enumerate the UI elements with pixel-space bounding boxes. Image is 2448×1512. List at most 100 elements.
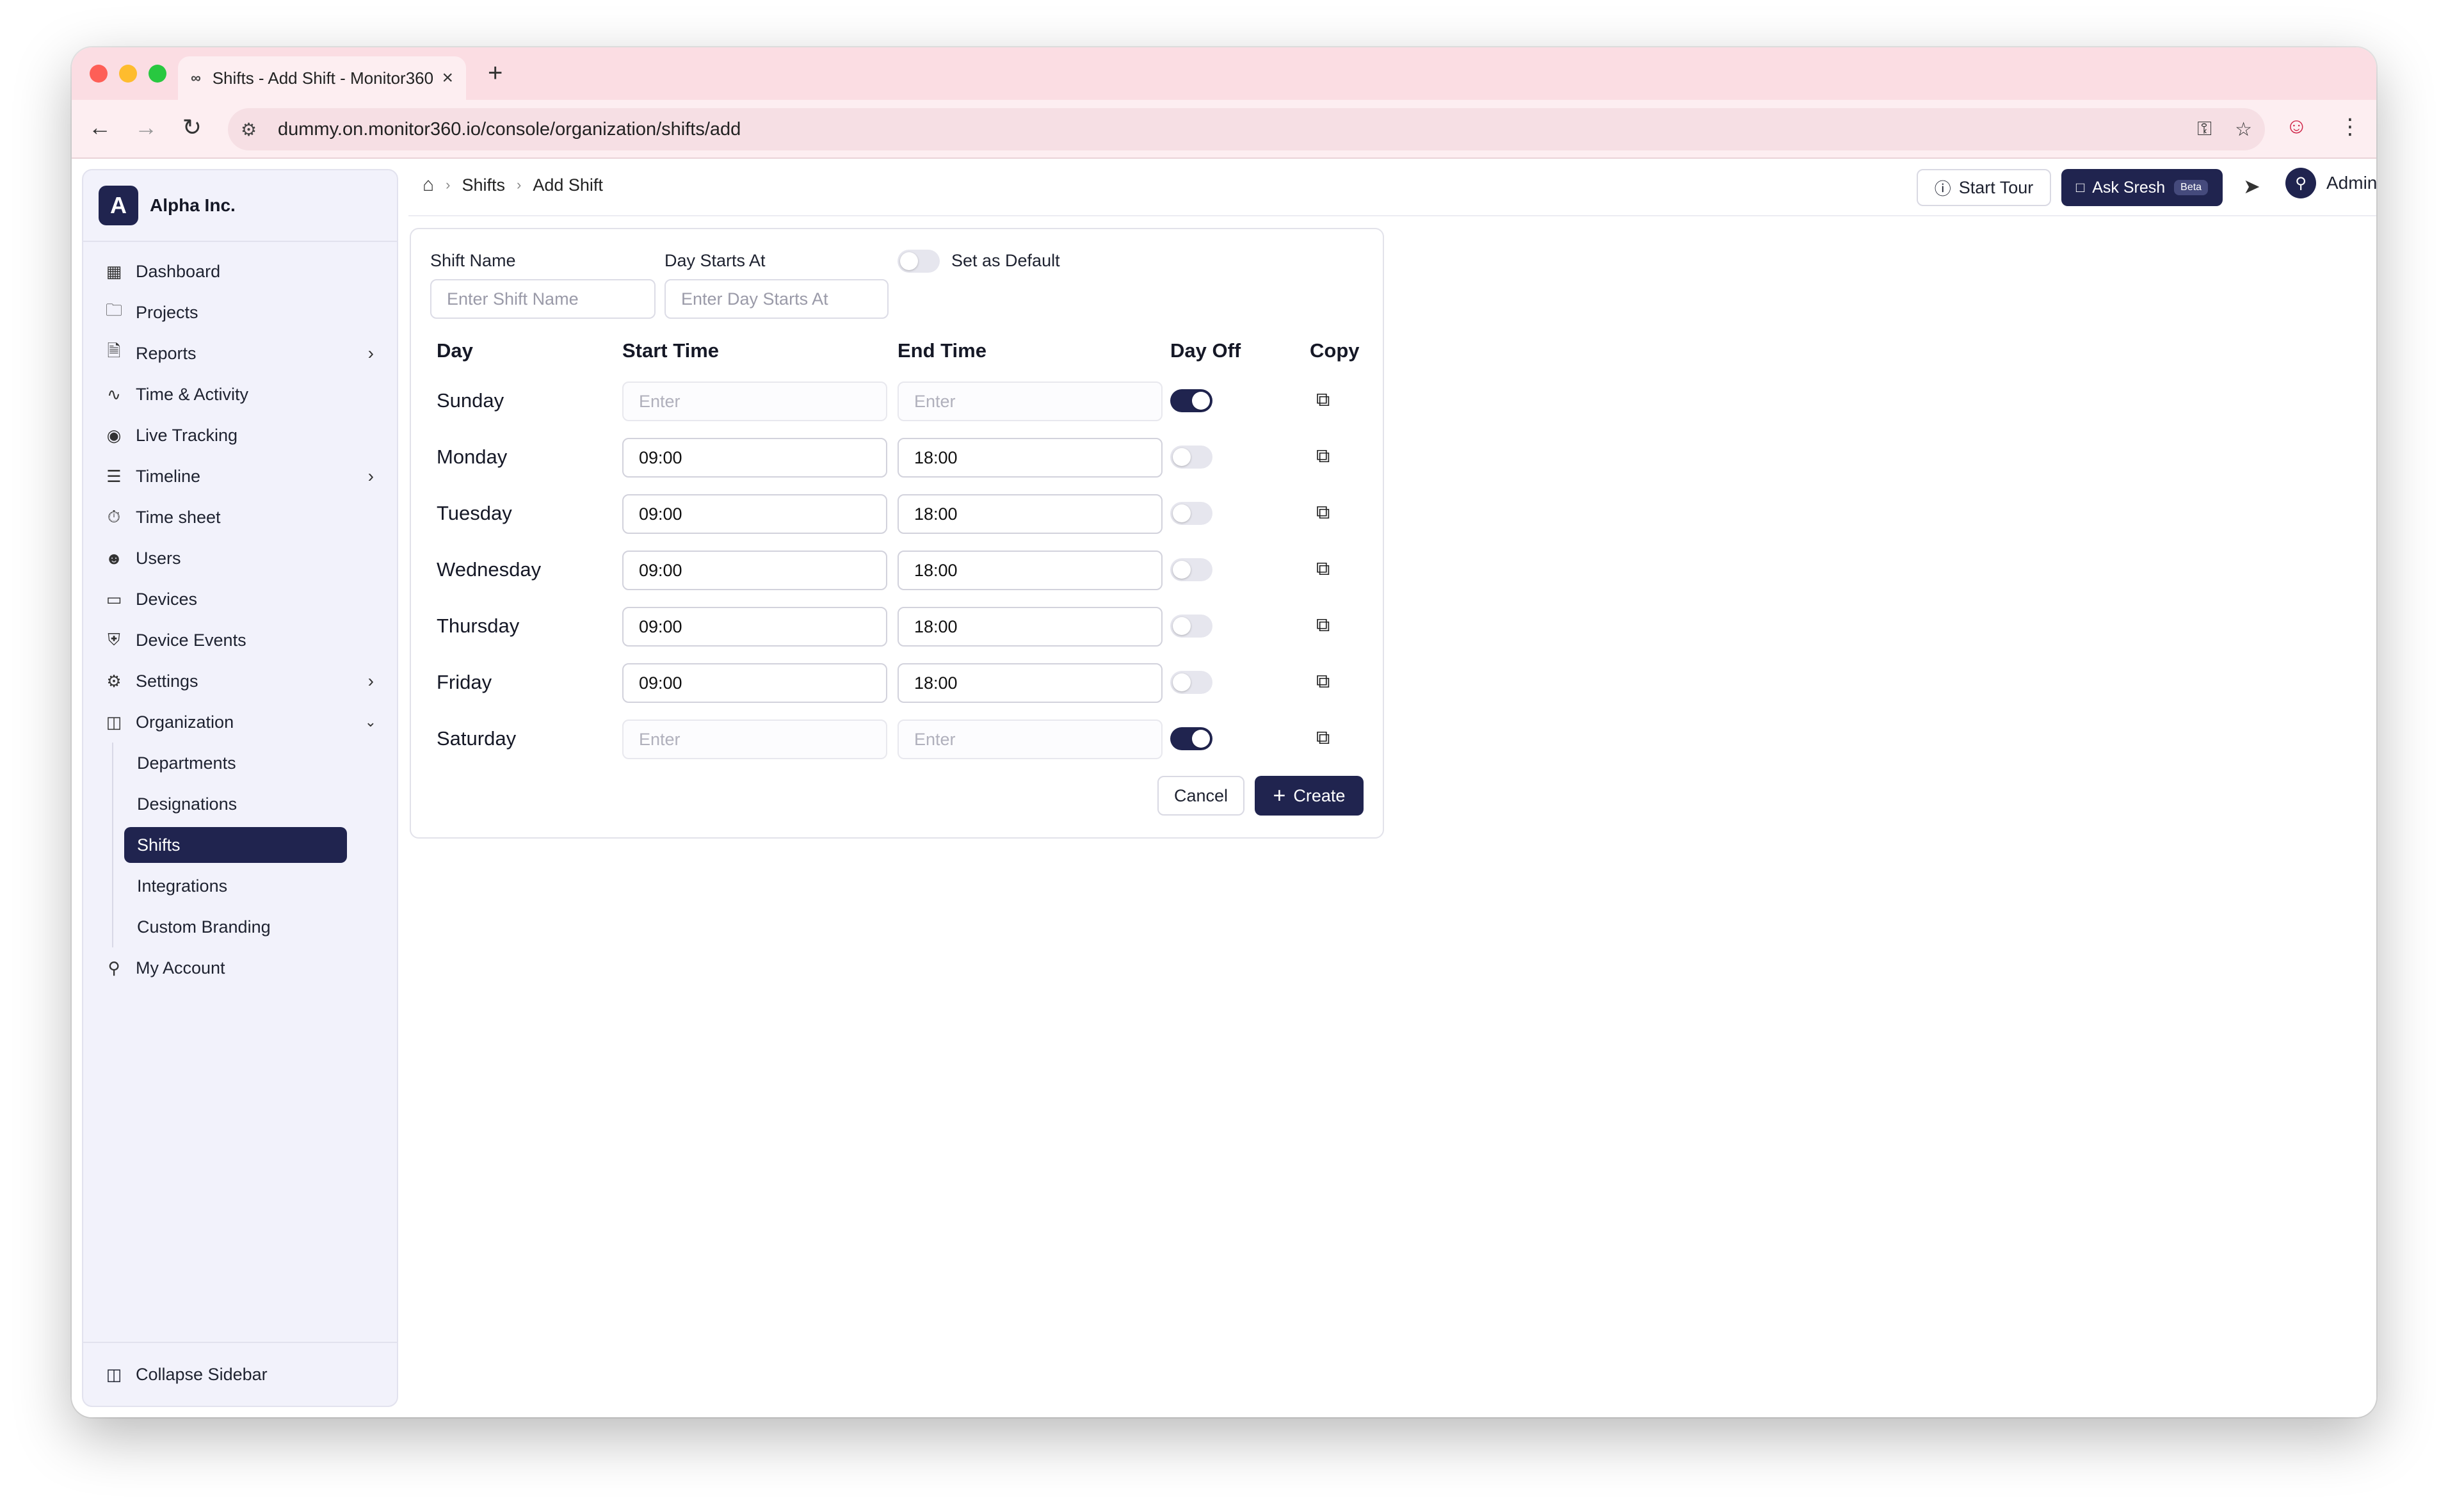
home-icon[interactable]: ⌂ — [423, 174, 434, 196]
start-time-input[interactable] — [622, 663, 887, 703]
sidebar-item-label: Users — [136, 548, 181, 568]
sidebar-item-device-events[interactable]: ⛨ Device Events — [83, 620, 397, 661]
copy-icon[interactable]: ⧉ — [1316, 389, 1330, 411]
new-tab-icon[interactable]: + — [488, 59, 503, 88]
tab-title: Shifts - Add Shift - Monitor360 — [212, 68, 433, 88]
end-time-input[interactable] — [898, 551, 1163, 590]
copy-icon[interactable]: ⧉ — [1316, 727, 1330, 749]
help-circle-icon: ⓘ — [1934, 179, 1951, 198]
profile-icon[interactable]: ☺ — [2285, 114, 2308, 139]
day-off-toggle[interactable] — [1170, 502, 1212, 525]
ask-sresh-button[interactable]: □ Ask Sresh Beta — [2061, 169, 2223, 206]
sidebar-item-my-account[interactable]: ⚲ My Account — [83, 947, 397, 988]
day-off-toggle[interactable] — [1170, 558, 1212, 581]
user-icon: ⚲ — [108, 958, 120, 977]
copy-icon[interactable]: ⧉ — [1316, 502, 1330, 524]
sidebar-item-timeline[interactable]: ☰ Timeline › — [83, 456, 397, 497]
tab-close-icon[interactable]: × — [442, 67, 453, 89]
site-info-icon[interactable]: ⚙ — [241, 119, 266, 140]
sidebar-item-label: Live Tracking — [136, 425, 238, 445]
day-starts-input[interactable] — [664, 279, 889, 319]
chat-icon: □ — [2075, 179, 2085, 195]
sidebar-item-dashboard[interactable]: ▦ Dashboard — [83, 251, 397, 292]
sidebar-subitem-custom-branding[interactable]: Custom Branding — [83, 906, 397, 947]
start-tour-button[interactable]: ⓘ Start Tour — [1917, 169, 2051, 206]
column-header-end-time: End Time — [898, 339, 986, 362]
day-off-toggle[interactable] — [1170, 389, 1212, 412]
start-time-input[interactable] — [622, 551, 887, 590]
breadcrumb-separator-icon: › — [516, 177, 522, 193]
breadcrumb-shifts[interactable]: Shifts — [462, 175, 505, 195]
sidebar-item-live-tracking[interactable]: ◉ Live Tracking — [83, 415, 397, 456]
browser-tab[interactable]: ∞ Shifts - Add Shift - Monitor360 × — [178, 56, 466, 100]
end-time-input[interactable] — [898, 720, 1163, 759]
copy-icon[interactable]: ⧉ — [1316, 558, 1330, 580]
sidebar-nav: ▦ Dashboard 🗀 Projects 🗎 Reports › ∿ Tim… — [83, 251, 397, 988]
users-icon: ☻ — [105, 548, 123, 568]
start-tour-label: Start Tour — [1958, 177, 2034, 197]
sidebar-subitem-departments[interactable]: Departments — [83, 743, 397, 784]
copy-icon[interactable]: ⧉ — [1316, 615, 1330, 636]
collapse-sidebar-icon: ◫ — [106, 1364, 122, 1384]
user-menu[interactable]: ⚲ Admin — [2285, 168, 2376, 198]
start-time-input[interactable] — [622, 720, 887, 759]
browser-toolbar: ← → ↻ ⚙ dummy.on.monitor360.io/console/o… — [72, 100, 2376, 159]
forward-icon[interactable]: → — [131, 114, 161, 141]
shift-name-input[interactable] — [430, 279, 656, 319]
day-off-toggle[interactable] — [1170, 615, 1212, 638]
activity-icon: ∿ — [107, 384, 121, 404]
sidebar-item-label: Device Events — [136, 630, 246, 650]
start-time-input[interactable] — [622, 607, 887, 647]
megaphone-icon[interactable]: ➤ — [2243, 174, 2260, 198]
end-time-input[interactable] — [898, 607, 1163, 647]
end-time-input[interactable] — [898, 663, 1163, 703]
day-off-toggle[interactable] — [1170, 671, 1212, 694]
end-time-input[interactable] — [898, 382, 1163, 421]
day-off-toggle[interactable] — [1170, 727, 1212, 750]
favicon-icon: ∞ — [191, 70, 201, 86]
column-header-day: Day — [437, 339, 473, 362]
start-time-input[interactable] — [622, 494, 887, 534]
start-time-input[interactable] — [622, 438, 887, 478]
close-window-button[interactable] — [90, 65, 108, 83]
sidebar-item-time-activity[interactable]: ∿ Time & Activity — [83, 374, 397, 415]
cancel-button[interactable]: Cancel — [1157, 776, 1244, 816]
address-bar[interactable]: ⚙ dummy.on.monitor360.io/console/organiz… — [228, 108, 2265, 150]
copy-icon[interactable]: ⧉ — [1316, 446, 1330, 467]
sidebar-item-timesheet[interactable]: ⏱ Time sheet — [83, 497, 397, 538]
start-time-input[interactable] — [622, 382, 887, 421]
sidebar-subitem-shifts[interactable]: Shifts — [83, 824, 397, 865]
toggle-knob — [900, 252, 918, 270]
sidebar-subitem-designations[interactable]: Designations — [83, 784, 397, 824]
create-button[interactable]: + Create — [1255, 776, 1364, 816]
app-root: A Alpha Inc. ▦ Dashboard 🗀 Projects 🗎 Re… — [72, 159, 2376, 1417]
zoom-window-button[interactable] — [149, 65, 166, 83]
minimize-window-button[interactable] — [119, 65, 137, 83]
sidebar-item-devices[interactable]: ▭ Devices — [83, 579, 397, 620]
end-time-input[interactable] — [898, 438, 1163, 478]
collapse-sidebar-button[interactable]: ◫ Collapse Sidebar — [83, 1342, 397, 1406]
sidebar-item-users[interactable]: ☻ Users — [83, 538, 397, 579]
sidebar-item-projects[interactable]: 🗀 Projects — [83, 292, 397, 333]
user-name: Admin — [2326, 173, 2376, 193]
password-key-icon[interactable]: ⚿ — [2197, 118, 2212, 140]
collapse-sidebar-label: Collapse Sidebar — [136, 1364, 268, 1384]
report-icon: 🗎 — [107, 341, 121, 360]
set-default-toggle[interactable] — [898, 250, 940, 273]
menu-dots-icon[interactable]: ⋮ — [2339, 114, 2361, 140]
chevron-right-icon: › — [367, 671, 374, 691]
sidebar-subitem-integrations[interactable]: Integrations — [83, 865, 397, 906]
reload-icon[interactable]: ↻ — [177, 114, 207, 141]
column-header-day-off: Day Off — [1170, 339, 1241, 362]
end-time-input[interactable] — [898, 494, 1163, 534]
sidebar-item-settings[interactable]: ⚙ Settings › — [83, 661, 397, 702]
copy-icon[interactable]: ⧉ — [1316, 671, 1330, 693]
bookmark-star-icon[interactable]: ☆ — [2235, 118, 2252, 141]
back-icon[interactable]: ← — [85, 114, 115, 141]
org-header[interactable]: A Alpha Inc. — [83, 170, 397, 242]
day-label: Sunday — [437, 389, 504, 412]
day-off-toggle[interactable] — [1170, 446, 1212, 469]
sidebar-item-reports[interactable]: 🗎 Reports › — [83, 333, 397, 374]
day-label: Wednesday — [437, 558, 542, 581]
sidebar-item-organization[interactable]: ◫ Organization ⌄ — [83, 702, 397, 743]
